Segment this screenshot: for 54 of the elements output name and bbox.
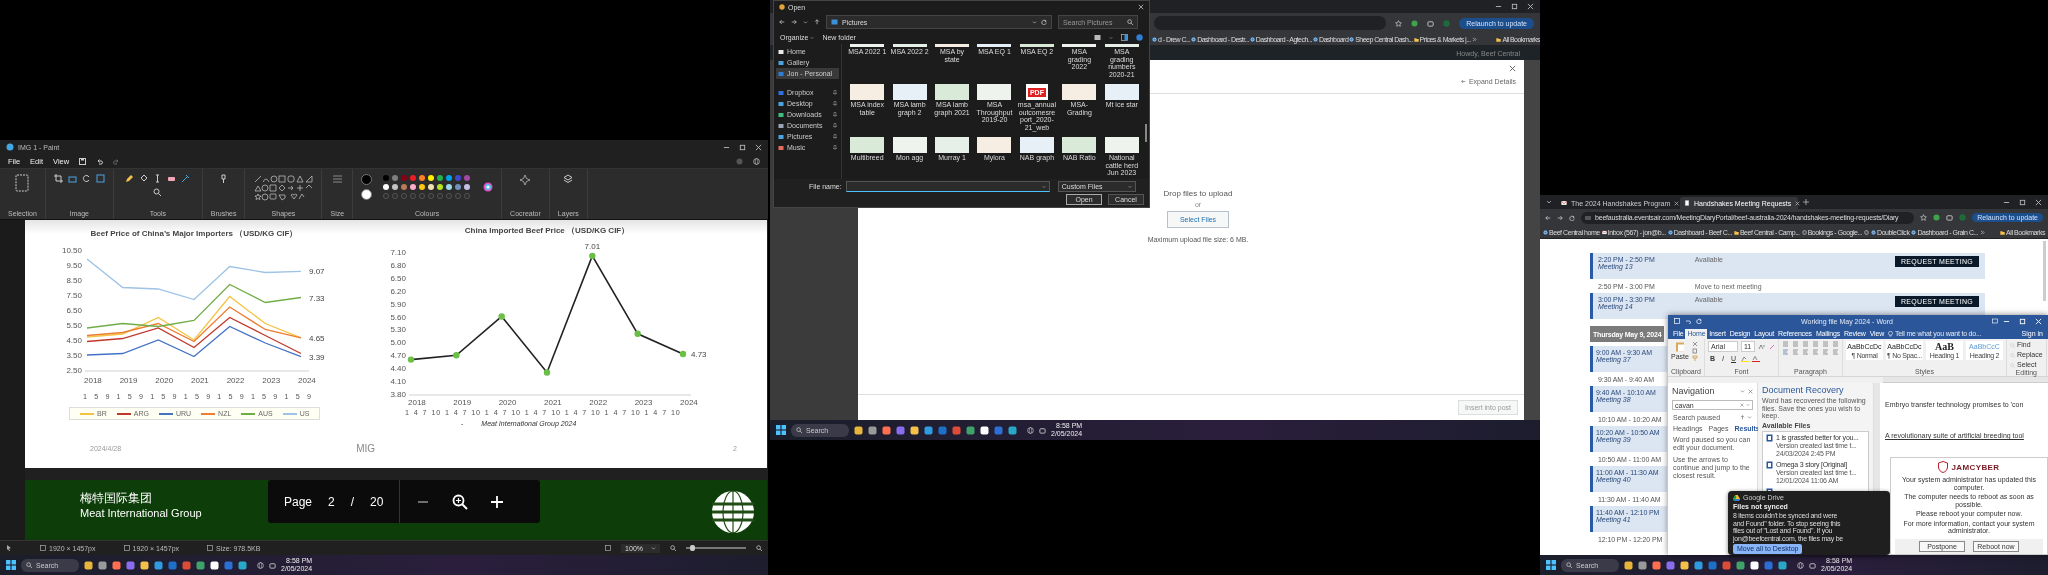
data-label: 7.33: [309, 293, 325, 303]
axis-label: 2019: [119, 376, 138, 385]
axis-label: 2024: [298, 376, 316, 385]
pane-title: Navigation: [1672, 386, 1715, 396]
axis-label: 6.80: [390, 260, 406, 270]
slide-footer-text: MIG: [356, 443, 376, 454]
axis-label: 2021: [191, 376, 209, 385]
axis-label: 2022: [589, 398, 608, 407]
axis-label: 5.00: [390, 338, 406, 348]
company-name: 梅特国际集团: [80, 490, 153, 507]
data-label: 4.65: [309, 333, 325, 343]
axis-label: 4.10: [390, 377, 406, 387]
axis-label: 5.50: [66, 321, 82, 330]
page-separator: /: [350, 494, 355, 509]
data-label: 7.01: [584, 241, 601, 251]
data-label: 3.39: [309, 352, 325, 362]
data-label: 4.73: [691, 350, 707, 359]
axis-label: 2024: [680, 398, 698, 407]
axis-label: 7.10: [390, 248, 406, 257]
axis-label: 9.50: [66, 261, 82, 270]
axis-label: 2018: [408, 398, 426, 407]
page-number-field[interactable]: 2: [328, 494, 335, 509]
axis-label: 8.50: [66, 276, 82, 285]
axis-label: 4.40: [390, 364, 406, 374]
axis-label: 2019: [453, 398, 472, 407]
axis-label: 2023: [634, 398, 653, 407]
axis-label: 2022: [226, 376, 245, 385]
page-label: Page: [284, 494, 313, 509]
axis-label: 4.70: [390, 351, 406, 361]
axis-label: 6.50: [66, 306, 82, 315]
axis-label: 4.50: [66, 336, 82, 345]
axis-label: 2020: [498, 398, 517, 407]
axis-label: 3.80: [390, 390, 406, 399]
axis-label: 6.50: [390, 273, 406, 283]
upload-instructions: Drop files to upload: [1163, 189, 1233, 198]
axis-label: 2021: [544, 398, 562, 407]
axis-label: 7.50: [66, 291, 82, 300]
axis-label: 2.50: [66, 366, 82, 375]
axis-label: 2020: [155, 376, 174, 385]
chart-title: Beef Price of China’s Major Importers （USD/KG CIF）: [90, 229, 298, 238]
company-name: Meat International Group: [80, 507, 202, 519]
axis-label: 5.30: [390, 325, 406, 335]
axis-label: 5.90: [390, 299, 406, 309]
axis-label: 5.60: [390, 312, 406, 322]
axis-label: 3.50: [66, 351, 82, 360]
axis-label: 6.20: [390, 286, 406, 296]
data-label: 9.07: [309, 267, 325, 277]
pane-title: Document Recovery: [1762, 385, 1845, 395]
page-total: 20: [370, 494, 384, 509]
chart-title: China Imported Beef Price （USD/KG CIF）: [464, 226, 630, 235]
axis-label: 2018: [84, 376, 102, 385]
axis-label: 2023: [262, 376, 281, 385]
brand-logo: JAMCYBER: [1951, 462, 2000, 472]
axis-label: 10.50: [61, 246, 82, 255]
